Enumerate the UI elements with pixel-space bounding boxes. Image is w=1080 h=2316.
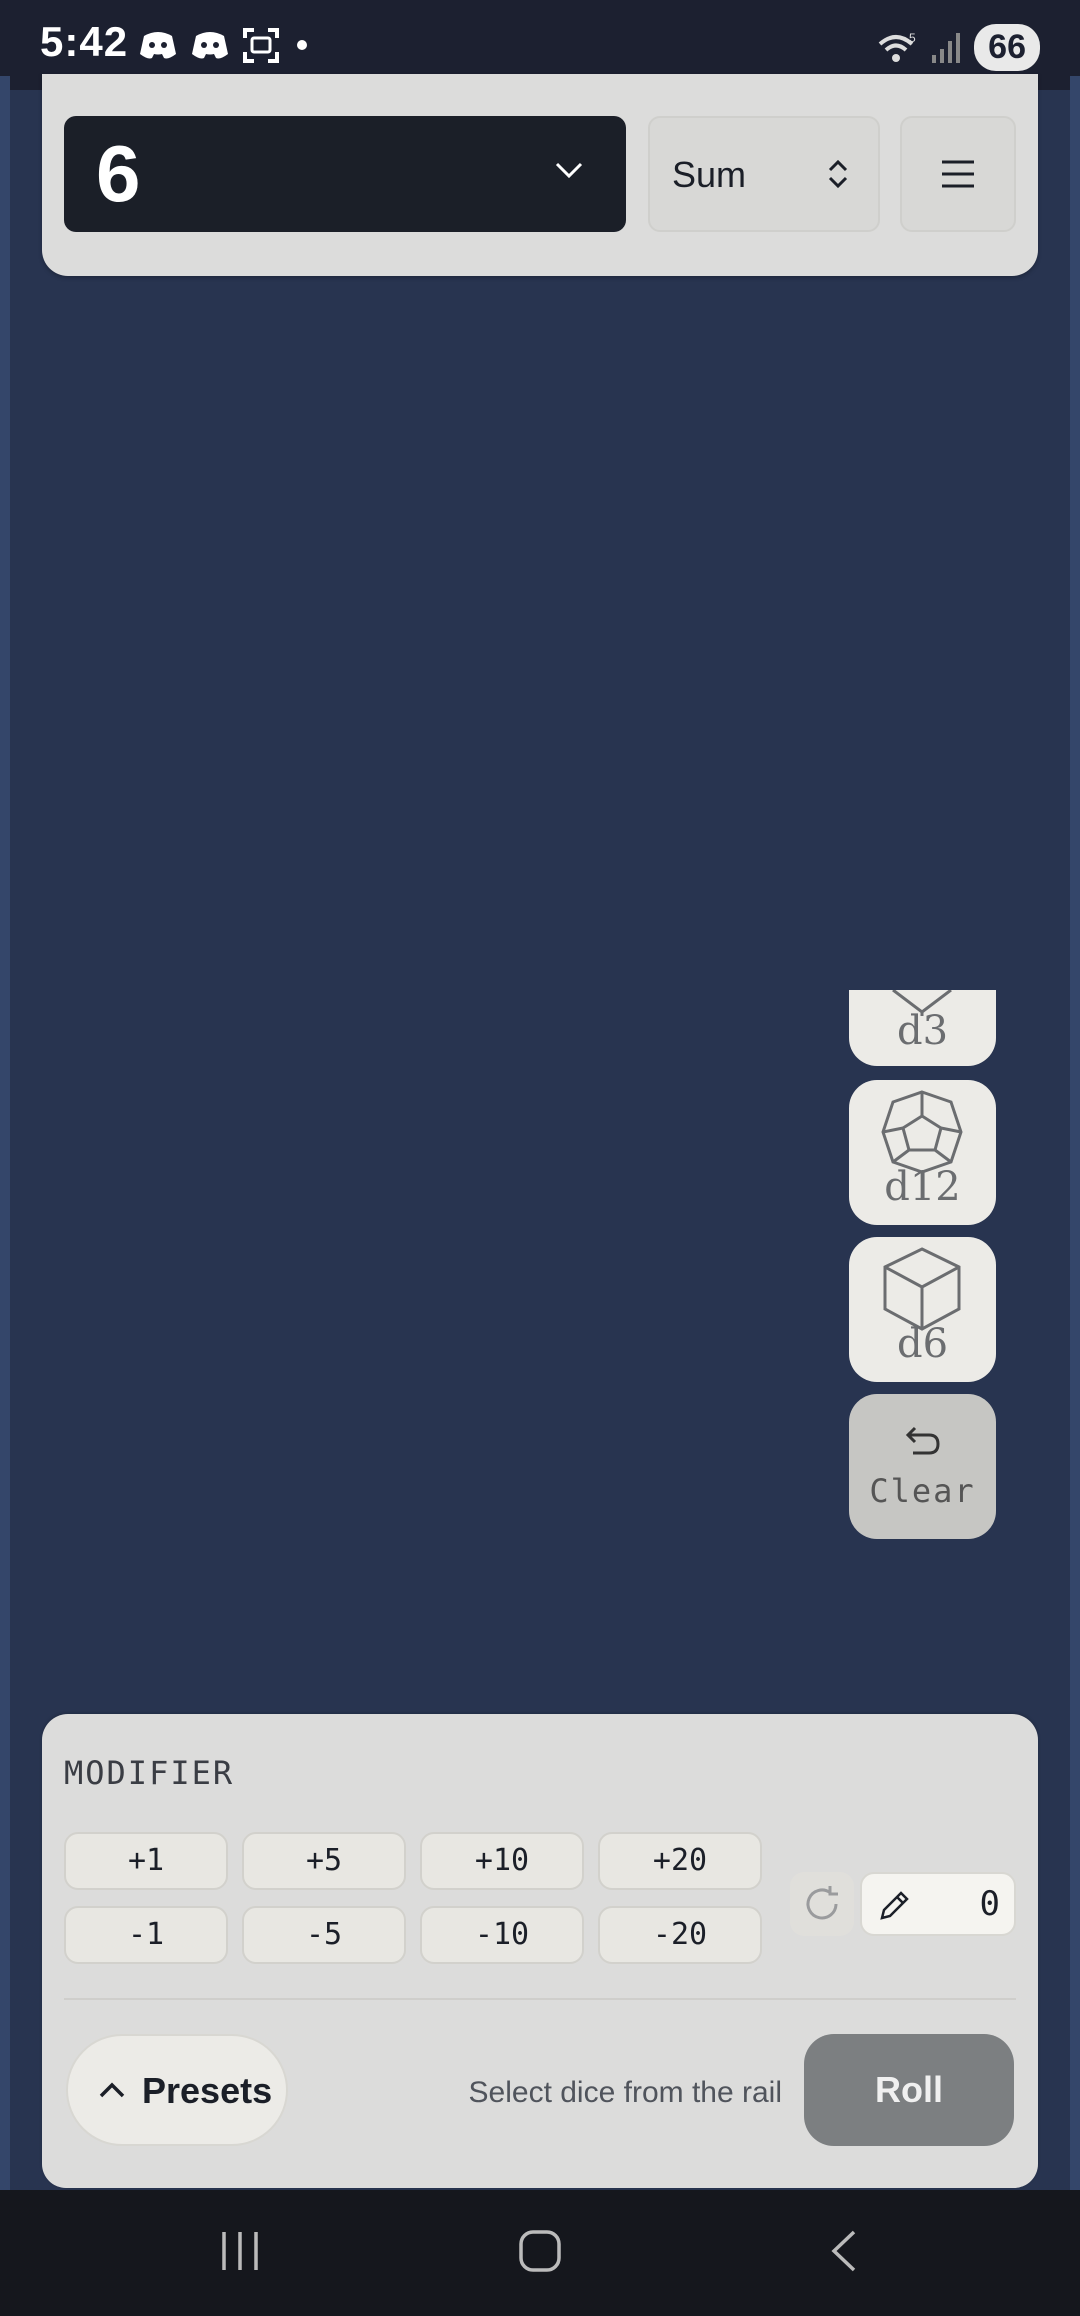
presets-button[interactable]: Presets [66, 2034, 288, 2146]
home-icon[interactable] [518, 2228, 562, 2274]
d12-die-icon [881, 1090, 963, 1174]
modifier-plus-20-button[interactable]: +20 [598, 1832, 762, 1890]
modifier-minus-20-button[interactable]: -20 [598, 1906, 762, 1964]
battery-indicator: 66 [974, 24, 1040, 71]
modifier-minus-1-button[interactable]: -1 [64, 1906, 228, 1964]
top-controls: 6 Sum [42, 74, 1038, 276]
hamburger-icon [942, 160, 974, 188]
undo-icon [905, 1426, 940, 1455]
die-label: d12 [884, 1164, 961, 1210]
discord-icon [192, 32, 228, 59]
signal-icon [932, 32, 961, 63]
roll-button[interactable]: Roll [804, 2034, 1014, 2146]
refresh-icon [806, 1886, 838, 1920]
backdrop-edge-left [0, 76, 10, 2190]
chevron-up-icon [99, 2082, 125, 2098]
wifi-icon: 5 [878, 31, 916, 62]
dice-count-select[interactable]: 6 [64, 116, 626, 232]
status-right: 5 66 [876, 24, 1040, 71]
modifier-title: MODIFIER [64, 1754, 235, 1792]
pencil-icon [880, 1891, 909, 1920]
die-label: d3 [896, 1008, 949, 1054]
clear-label: Clear [869, 1472, 976, 1510]
modifier-value-input[interactable]: 0 [860, 1872, 1016, 1936]
backdrop-edge-right [1070, 76, 1080, 2190]
chevron-updown-icon [828, 159, 848, 189]
modifier-minus-10-button[interactable]: -10 [420, 1906, 584, 1964]
modifier-plus-1-button[interactable]: +1 [64, 1832, 228, 1890]
status-time: 5:42 [40, 18, 129, 65]
clear-button[interactable]: Clear [849, 1394, 996, 1539]
dot-icon [297, 40, 307, 50]
presets-label: Presets [142, 2070, 273, 2111]
divider [64, 1998, 1016, 2000]
notification-icons [138, 26, 312, 64]
modifier-plus-10-button[interactable]: +10 [420, 1832, 584, 1890]
dice-count-value: 6 [96, 129, 141, 218]
mode-select[interactable]: Sum [648, 116, 880, 232]
recent-apps-icon[interactable] [218, 2228, 262, 2274]
die-d12-button[interactable]: d12 [849, 1080, 996, 1225]
die-label: d6 [896, 1321, 949, 1367]
system-nav-bar [0, 2190, 1080, 2316]
d6-die-icon [883, 1247, 961, 1331]
hint-text: Select dice from the rail [468, 2076, 782, 2109]
modifier-value: 0 [979, 1884, 1000, 1924]
modifier-reset-button[interactable] [790, 1872, 854, 1936]
menu-button[interactable] [900, 116, 1016, 232]
mode-value: Sum [672, 154, 747, 195]
chevron-down-icon [555, 162, 583, 179]
discord-icon [140, 32, 176, 59]
modifier-panel: MODIFIER +1 +5 +10 +20 -1 -5 -10 -20 0 P… [42, 1714, 1038, 2188]
screenshot-icon [243, 28, 279, 63]
modifier-plus-5-button[interactable]: +5 [242, 1832, 406, 1890]
modifier-minus-5-button[interactable]: -5 [242, 1906, 406, 1964]
wifi-label: 5 [909, 31, 916, 45]
back-icon[interactable] [826, 2228, 862, 2274]
die-d6-button[interactable]: d6 [849, 1237, 996, 1382]
die-d3-button[interactable]: d3 [849, 990, 996, 1066]
